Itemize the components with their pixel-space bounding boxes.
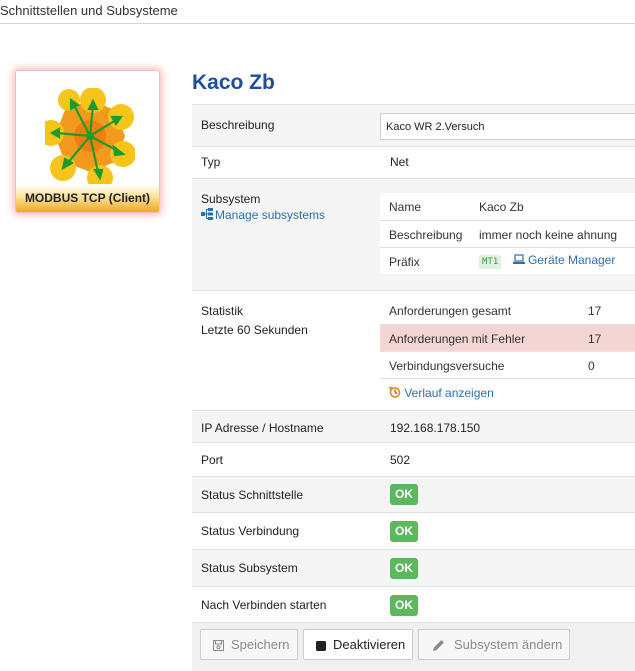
stat-row-fehler: Anforderungen mit Fehler 17 xyxy=(380,324,635,351)
port-label: Port xyxy=(201,453,224,467)
verb-value: 0 xyxy=(588,359,595,373)
praefix-cell: MT1 Geräte Manager xyxy=(479,253,615,269)
deactivate-button[interactable]: Deaktivieren xyxy=(303,629,413,660)
geraete-manager-link[interactable]: Geräte Manager xyxy=(512,253,616,267)
subsystem-row-beschreibung: Beschreibung immer noch keine ahnung xyxy=(380,220,635,247)
change-subsystem-button[interactable]: Subsystem ändern xyxy=(418,629,570,660)
status-schnittstelle-badge: OK xyxy=(390,484,418,505)
anf-gesamt-value: 17 xyxy=(588,304,602,318)
geraete-manager-text: Geräte Manager xyxy=(527,253,616,267)
top-bar: Schnittstellen und Subsysteme xyxy=(0,0,635,24)
subsystem-row-praefix: Präfix MT1 Geräte Manager xyxy=(380,247,635,274)
stat-row-verlauf: Verlauf anzeigen xyxy=(380,378,635,405)
row-ip: IP Adresse / Hostname 192.168.178.150 xyxy=(192,410,635,442)
praefix-label: Präfix xyxy=(389,255,420,269)
sub-beschreibung-label: Beschreibung xyxy=(389,228,463,242)
row-subsystem: Subsystem Manage subsystems Name Kaco Zb… xyxy=(192,178,635,290)
anf-fehler-value: 17 xyxy=(588,332,602,346)
status-subsystem-label: Status Subsystem xyxy=(201,561,298,575)
card-caption: MODBUS TCP (Client) xyxy=(16,184,159,212)
button-bar: Speichern Deaktivieren Subsystem ändern xyxy=(192,622,635,671)
status-schnittstelle-label: Status Schnittstelle xyxy=(201,488,304,502)
beschreibung-input[interactable]: Kaco WR 2.Versuch xyxy=(380,113,635,140)
change-subsystem-label: Subsystem ändern xyxy=(454,637,563,652)
subsystem-label: Subsystem xyxy=(201,192,261,206)
verlauf-text: Verlauf anzeigen xyxy=(404,386,494,400)
nach-verbinden-badge[interactable]: OK xyxy=(390,595,418,616)
network-hub-icon xyxy=(45,88,135,188)
sub-beschreibung-value: immer noch keine ahnung xyxy=(479,228,618,242)
status-verbindung-badge: OK xyxy=(390,521,418,542)
manage-subsystems-text: Manage subsystems xyxy=(215,208,326,222)
beschreibung-label: Beschreibung xyxy=(201,118,275,132)
anf-fehler-label: Anforderungen mit Fehler xyxy=(389,332,526,346)
floppy-icon xyxy=(213,640,224,652)
nach-verbinden-label: Nach Verbinden starten xyxy=(201,598,327,612)
statistik-sub: Letzte 60 Sekunden xyxy=(201,323,308,337)
name-label: Name xyxy=(389,200,422,214)
manage-subsystems-link[interactable]: Manage subsystems xyxy=(201,208,325,222)
pencil-icon xyxy=(433,640,444,652)
statistik-table: Anforderungen gesamt 17 Anforderungen mi… xyxy=(380,297,635,405)
stat-row-gesamt: Anforderungen gesamt 17 xyxy=(380,297,635,324)
deactivate-label: Deaktivieren xyxy=(333,637,406,652)
status-verbindung-label: Status Verbindung xyxy=(201,524,300,538)
praefix-tag: MT1 xyxy=(479,255,502,269)
stop-icon xyxy=(316,640,326,651)
port-value: 502 xyxy=(390,453,411,467)
row-beschreibung: Beschreibung Kaco WR 2.Versuch xyxy=(192,104,635,146)
verlauf-link[interactable]: Verlauf anzeigen xyxy=(389,386,494,400)
stat-row-verbindung: Verbindungsversuche 0 xyxy=(380,351,635,378)
subsystem-table: Name Kaco Zb Beschreibung immer noch kei… xyxy=(380,193,635,274)
subsystem-title: Kaco Zb xyxy=(192,71,275,94)
row-nach-verbinden: Nach Verbinden starten OK xyxy=(192,586,635,622)
verb-label: Verbindungsversuche xyxy=(389,359,505,373)
row-port: Port 502 xyxy=(192,442,635,476)
save-label: Speichern xyxy=(231,637,290,652)
row-typ: Typ Net xyxy=(192,146,635,178)
page-title: Schnittstellen und Subsysteme xyxy=(0,3,178,18)
row-statistik: Statistik Letzte 60 Sekunden Anforderung… xyxy=(192,290,635,410)
status-subsystem-badge: OK xyxy=(390,558,418,579)
laptop-icon xyxy=(512,254,525,264)
statistik-label: Statistik xyxy=(201,304,244,318)
ip-label: IP Adresse / Hostname xyxy=(201,421,324,435)
ip-value: 192.168.178.150 xyxy=(390,421,481,435)
name-value: Kaco Zb xyxy=(479,200,524,214)
row-status-schnittstelle: Status Schnittstelle OK xyxy=(192,476,635,512)
save-button[interactable]: Speichern xyxy=(200,629,298,660)
typ-label: Typ xyxy=(201,155,221,169)
modbus-card[interactable]: MODBUS TCP (Client) xyxy=(15,70,160,213)
history-icon xyxy=(389,387,401,398)
row-status-subsystem: Status Subsystem OK xyxy=(192,549,635,586)
anf-gesamt-label: Anforderungen gesamt xyxy=(389,304,512,318)
typ-value: Net xyxy=(390,155,409,169)
sitemap-icon xyxy=(201,208,213,220)
row-status-verbindung: Status Verbindung OK xyxy=(192,512,635,549)
subsystem-row-name: Name Kaco Zb xyxy=(380,193,635,220)
